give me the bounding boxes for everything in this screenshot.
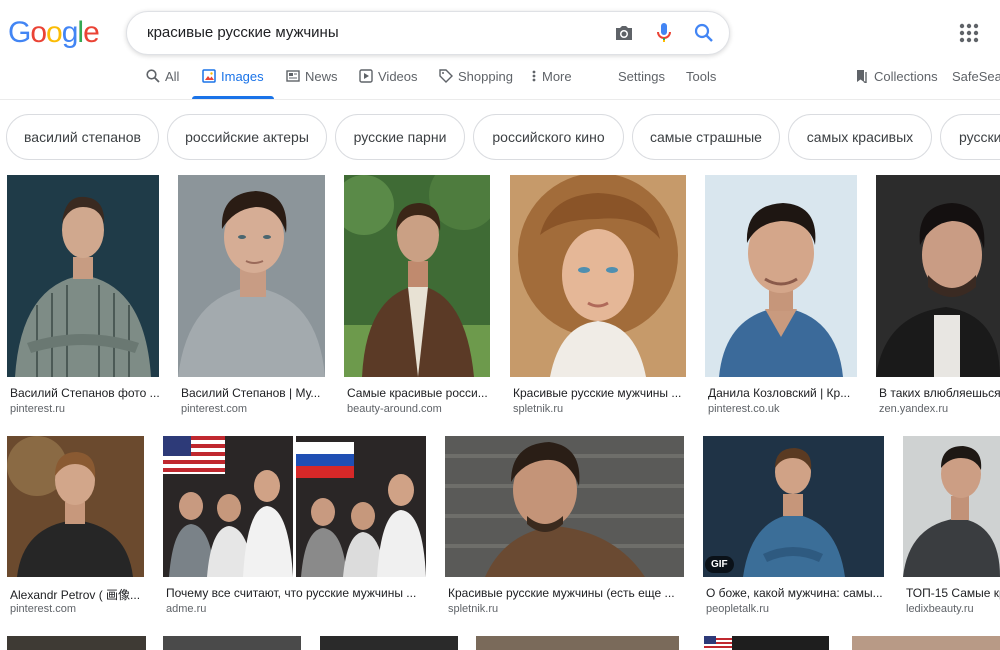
image-icon bbox=[202, 69, 216, 83]
camera-icon[interactable] bbox=[613, 22, 635, 44]
active-tab-indicator bbox=[192, 96, 274, 99]
result-source: spletnik.ru bbox=[513, 403, 564, 415]
safesearch-link[interactable]: SafeSear bbox=[952, 69, 1000, 99]
tab-images[interactable]: Images bbox=[202, 69, 264, 99]
image-result[interactable]: Василий Степанов | Му... pinterest.com bbox=[178, 175, 325, 415]
result-title[interactable]: О боже, какой мужчина: самы... bbox=[706, 586, 885, 600]
result-title[interactable]: Данила Козловский | Кр... bbox=[708, 386, 858, 400]
image-result[interactable]: В таких влюбляешься zen.yandex.ru bbox=[876, 175, 1000, 415]
tab-videos[interactable]: Videos bbox=[359, 69, 418, 99]
chip-related-search[interactable]: российского кино bbox=[473, 114, 624, 160]
image-result[interactable]: Красивые русские мужчины (есть еще ... s… bbox=[445, 436, 684, 618]
result-source: pinterest.com bbox=[181, 403, 248, 415]
result-source: zen.yandex.ru bbox=[879, 403, 949, 415]
search-tabs: All Images News Videos Shopping More Set… bbox=[0, 64, 1000, 100]
result-thumbnail[interactable] bbox=[445, 436, 684, 577]
image-result[interactable]: Почему все считают, что русские мужчины … bbox=[163, 436, 426, 618]
result-thumbnail[interactable] bbox=[178, 175, 325, 377]
chip-related-search[interactable]: русски bbox=[940, 114, 1000, 160]
tab-more[interactable]: More bbox=[531, 69, 572, 99]
result-thumbnail[interactable] bbox=[7, 436, 144, 577]
result-thumbnail[interactable] bbox=[163, 636, 301, 650]
search-icon bbox=[146, 69, 160, 83]
related-searches-bar: василий степанов российские актеры русск… bbox=[0, 114, 1000, 160]
result-title[interactable]: Красивые русские мужчины ... bbox=[513, 386, 687, 400]
result-title[interactable]: Василий Степанов | Му... bbox=[181, 386, 326, 400]
image-result[interactable]: Данила Козловский | Кр... pinterest.co.u… bbox=[705, 175, 857, 415]
tab-tools[interactable]: Tools bbox=[686, 69, 716, 99]
microphone-icon[interactable] bbox=[653, 22, 675, 44]
news-icon bbox=[286, 70, 300, 82]
video-icon bbox=[359, 69, 373, 83]
result-thumbnail[interactable] bbox=[7, 636, 146, 650]
result-title[interactable]: Почему все считают, что русские мужчины … bbox=[166, 586, 427, 600]
image-result[interactable]: GIF О боже, какой мужчина: самы... peopl… bbox=[703, 436, 884, 618]
image-result[interactable]: Красивые русские мужчины ... spletnik.ru bbox=[510, 175, 686, 415]
result-source: adme.ru bbox=[166, 603, 207, 615]
tab-news[interactable]: News bbox=[286, 69, 338, 99]
chip-related-search[interactable]: самых красивых bbox=[788, 114, 932, 160]
result-thumbnail[interactable] bbox=[876, 175, 1000, 377]
chip-related-search[interactable]: российские актеры bbox=[167, 114, 327, 160]
result-thumbnail[interactable] bbox=[510, 175, 686, 377]
result-thumbnail[interactable] bbox=[163, 436, 426, 577]
result-thumbnail[interactable] bbox=[705, 175, 857, 377]
result-source: beauty-around.com bbox=[347, 403, 442, 415]
result-title[interactable]: ТОП-15 Самые кр bbox=[906, 586, 1000, 600]
result-title[interactable]: Василий Степанов фото ... bbox=[10, 386, 160, 400]
apps-grid-icon[interactable] bbox=[958, 22, 980, 44]
result-thumbnail[interactable] bbox=[704, 636, 829, 650]
result-thumbnail[interactable]: GIF bbox=[703, 436, 884, 577]
image-result[interactable]: Василий Степанов фото ... pinterest.ru bbox=[7, 175, 160, 415]
result-source: peopletalk.ru bbox=[706, 603, 769, 615]
image-result[interactable]: Самые красивые росси... beauty-around.co… bbox=[344, 175, 490, 415]
tab-settings[interactable]: Settings bbox=[618, 69, 665, 99]
result-source: spletnik.ru bbox=[448, 603, 499, 615]
google-logo[interactable]: Google bbox=[8, 16, 100, 50]
search-box[interactable]: красивые русские мужчины bbox=[126, 11, 730, 55]
bookmark-icon bbox=[857, 70, 867, 83]
result-source: ledixbeauty.ru bbox=[906, 603, 974, 615]
russia-flag-icon bbox=[296, 442, 354, 478]
chip-related-search[interactable]: русские парни bbox=[335, 114, 465, 160]
us-flag-icon bbox=[163, 436, 225, 474]
result-source: pinterest.co.uk bbox=[708, 403, 780, 415]
search-input[interactable]: красивые русские мужчины bbox=[147, 24, 339, 41]
chip-related-search[interactable]: самые страшные bbox=[632, 114, 780, 160]
image-result[interactable]: ТОП-15 Самые кр ledixbeauty.ru bbox=[903, 436, 1000, 618]
result-title[interactable]: Самые красивые росси... bbox=[347, 386, 491, 400]
result-source: pinterest.com bbox=[10, 603, 77, 615]
result-title[interactable]: В таких влюбляешься bbox=[879, 386, 1000, 400]
image-result[interactable]: Alexandr Petrov ( 画像... pinterest.com bbox=[7, 436, 144, 618]
more-vert-icon bbox=[532, 70, 536, 82]
result-thumbnail[interactable] bbox=[852, 636, 1000, 650]
tab-all[interactable]: All bbox=[146, 69, 179, 99]
tab-shopping[interactable]: Shopping bbox=[439, 69, 513, 99]
search-icon[interactable] bbox=[693, 22, 715, 44]
result-title[interactable]: Alexandr Petrov ( 画像... bbox=[10, 586, 145, 603]
result-title[interactable]: Красивые русские мужчины (есть еще ... bbox=[448, 586, 685, 600]
tag-icon bbox=[439, 69, 453, 83]
us-flag-icon bbox=[704, 636, 732, 650]
gif-badge: GIF bbox=[705, 556, 734, 573]
result-thumbnail[interactable] bbox=[320, 636, 458, 650]
result-source: pinterest.ru bbox=[10, 403, 66, 415]
result-thumbnail[interactable] bbox=[344, 175, 490, 377]
collections-link[interactable]: Collections bbox=[855, 69, 938, 99]
chip-related-search[interactable]: василий степанов bbox=[6, 114, 159, 160]
result-thumbnail[interactable] bbox=[903, 436, 1000, 577]
result-thumbnail[interactable] bbox=[7, 175, 159, 377]
result-thumbnail[interactable] bbox=[476, 636, 679, 650]
